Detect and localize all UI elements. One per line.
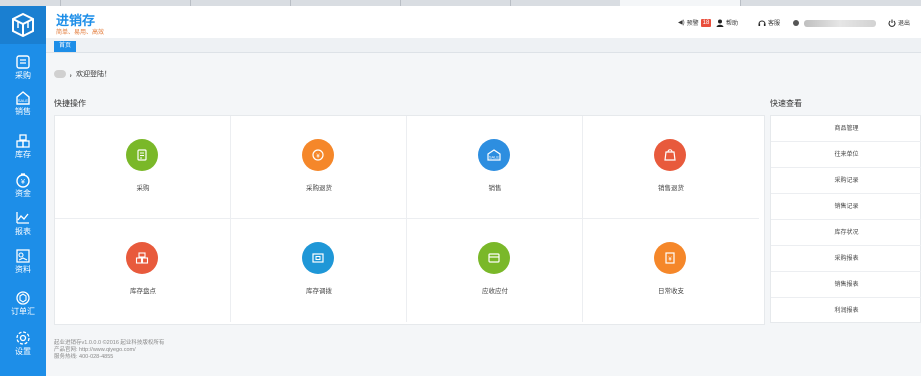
sidebar-item-money[interactable]: ¥ 资金 xyxy=(0,170,46,206)
alert-button[interactable]: ◀) 预警 18 xyxy=(678,18,712,27)
sidebar-item-settings[interactable]: 设置 xyxy=(0,328,46,364)
order-icon xyxy=(16,291,30,305)
welcome-text: ，欢迎登陆！ xyxy=(69,71,111,78)
sidebar-item-inventory[interactable]: 库存 xyxy=(0,131,46,167)
quick-op-daily-cash[interactable]: ¥ 日常收支 xyxy=(583,219,759,322)
transfer-icon xyxy=(302,242,334,274)
svg-text:¥: ¥ xyxy=(21,179,25,186)
quick-op-receivable[interactable]: 应收应付 xyxy=(407,219,583,322)
sidebar-item-order[interactable]: 订单汇 xyxy=(0,288,46,324)
svg-text:¥: ¥ xyxy=(668,257,672,263)
sidebar-item-label: 库存 xyxy=(15,150,31,159)
quick-ops-grid: 采购 ¥ 采购退货 SALE 销售 销售退货 库存盘点 库存调拨 应收应付 ¥ … xyxy=(54,115,765,325)
quick-op-purchase[interactable]: 采购 xyxy=(55,116,231,219)
sale-icon: SALE xyxy=(16,91,30,105)
sale-return-icon xyxy=(654,139,686,171)
sidebar-item-label: 资料 xyxy=(15,265,31,274)
quick-op-label: 销售 xyxy=(488,185,502,192)
speaker-icon: ◀) xyxy=(678,20,685,26)
inventory-icon xyxy=(16,134,30,148)
quick-view-item[interactable]: 往来单位 xyxy=(771,142,921,168)
logout-label: 退出 xyxy=(898,21,911,27)
footer-hotline: 服务热线: 400-028-4855 xyxy=(54,354,114,360)
quick-view-item[interactable]: 商品管理 xyxy=(771,116,921,142)
quick-ops-title: 快捷操作 xyxy=(54,99,86,108)
alert-label: 预警 xyxy=(686,21,699,27)
username-blurred xyxy=(54,70,66,78)
sale-tag-icon: SALE xyxy=(478,139,510,171)
data-icon xyxy=(16,249,30,263)
footer-website[interactable]: 产品官网: http://www.qiyego.com/ xyxy=(54,347,164,354)
footer-copyright: 起业进销存v1.0.0.0 ©2016 起业科技版权所有 xyxy=(54,340,165,346)
sidebar-item-label: 资金 xyxy=(15,189,31,198)
settings-icon xyxy=(16,331,30,345)
quick-view-list: 商品管理 往来单位 采购记录 销售记录 库存状况 采购报表 销售报表 利润报表 xyxy=(770,115,921,323)
quick-op-purchase-return[interactable]: ¥ 采购退货 xyxy=(231,116,407,219)
sidebar-item-label: 设置 xyxy=(15,347,31,356)
daily-cash-icon: ¥ xyxy=(654,242,686,274)
help-label: 帮助 xyxy=(726,21,739,27)
page-tab-bar: 首页 xyxy=(46,38,921,53)
sidebar: 采购 SALE 销售 库存 ¥ 资金 报表 资料 订单汇 设置 xyxy=(0,6,46,376)
sidebar-item-label: 订单汇 xyxy=(11,307,35,316)
quick-view-item[interactable]: 采购记录 xyxy=(771,168,921,194)
footer: 起业进销存v1.0.0.0 ©2016 起业科技版权所有 产品官网: http:… xyxy=(54,340,164,361)
service-button[interactable]: 客服 xyxy=(758,18,780,27)
quick-op-transfer[interactable]: 库存调拨 xyxy=(231,219,407,322)
sidebar-item-label: 报表 xyxy=(15,227,31,236)
quick-view-item[interactable]: 利润报表 xyxy=(771,298,921,324)
welcome-message: ，欢迎登陆！ xyxy=(54,69,111,79)
help-button[interactable]: 帮助 xyxy=(716,18,738,27)
stocktake-icon xyxy=(126,242,158,274)
sidebar-item-report[interactable]: 报表 xyxy=(0,208,46,244)
quick-op-label: 库存调拨 xyxy=(306,288,332,295)
power-icon xyxy=(888,19,896,27)
quick-op-stocktake[interactable]: 库存盘点 xyxy=(55,219,231,322)
svg-text:SALE: SALE xyxy=(489,155,500,160)
user-icon xyxy=(716,19,724,27)
tab-home[interactable]: 首页 xyxy=(54,41,77,52)
headset-icon xyxy=(758,20,766,26)
sidebar-item-data[interactable]: 资料 xyxy=(0,246,46,282)
quick-view-item[interactable]: 库存状况 xyxy=(771,220,921,246)
app-logo[interactable] xyxy=(0,6,46,44)
top-header: 进销存 简单、易用、高效 ◀) 预警 18 帮助 客服 退出 xyxy=(46,6,921,38)
quick-op-sale[interactable]: SALE 销售 xyxy=(407,116,583,219)
money-icon: ¥ xyxy=(16,173,30,188)
logout-button[interactable]: 退出 xyxy=(888,18,910,27)
quick-op-label: 采购 xyxy=(136,185,150,192)
purchase-icon xyxy=(16,55,30,69)
service-label: 客服 xyxy=(768,21,781,27)
quick-op-sale-return[interactable]: 销售退货 xyxy=(583,116,759,219)
sidebar-item-sale[interactable]: SALE 销售 xyxy=(0,88,46,124)
purchase-return-icon: ¥ xyxy=(302,139,334,171)
purchase-doc-icon xyxy=(126,139,158,171)
svg-text:SALE: SALE xyxy=(18,98,29,103)
alert-count-badge: 18 xyxy=(700,18,712,27)
quick-view-item[interactable]: 销售记录 xyxy=(771,194,921,220)
cube-logo-icon xyxy=(12,12,34,38)
sidebar-item-purchase[interactable]: 采购 xyxy=(0,52,46,88)
app-subtitle: 简单、易用、高效 xyxy=(56,30,105,36)
quick-op-label: 采购退货 xyxy=(306,185,332,192)
quick-op-label: 日常收支 xyxy=(658,288,684,295)
receivable-icon xyxy=(478,242,510,274)
username-blurred[interactable] xyxy=(804,20,876,27)
sidebar-item-label: 采购 xyxy=(15,71,31,80)
quick-view-title: 快速查看 xyxy=(770,99,802,108)
report-icon xyxy=(16,212,29,224)
quick-view-item[interactable]: 采购报表 xyxy=(771,246,921,272)
user-status-dot xyxy=(793,20,799,26)
sidebar-item-label: 销售 xyxy=(15,107,31,116)
quick-op-label: 应收应付 xyxy=(482,288,508,295)
quick-op-label: 销售退货 xyxy=(658,185,684,192)
quick-op-label: 库存盘点 xyxy=(130,288,156,295)
quick-view-item[interactable]: 销售报表 xyxy=(771,272,921,298)
